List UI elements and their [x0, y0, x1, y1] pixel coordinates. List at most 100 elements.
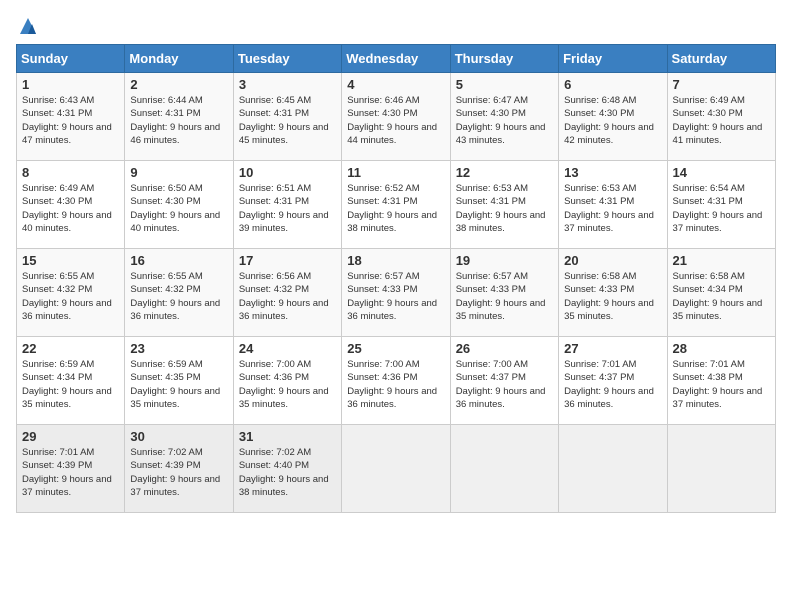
day-number: 5	[456, 77, 553, 92]
calendar-day-cell: 2 Sunrise: 6:44 AMSunset: 4:31 PMDayligh…	[125, 73, 233, 161]
calendar-header-row: SundayMondayTuesdayWednesdayThursdayFrid…	[17, 45, 776, 73]
calendar-day-header: Thursday	[450, 45, 558, 73]
day-number: 4	[347, 77, 444, 92]
calendar-week-row: 22 Sunrise: 6:59 AMSunset: 4:34 PMDaylig…	[17, 337, 776, 425]
day-info: Sunrise: 6:43 AMSunset: 4:31 PMDaylight:…	[22, 95, 112, 146]
day-number: 16	[130, 253, 227, 268]
calendar-day-cell: 25 Sunrise: 7:00 AMSunset: 4:36 PMDaylig…	[342, 337, 450, 425]
calendar-day-cell: 7 Sunrise: 6:49 AMSunset: 4:30 PMDayligh…	[667, 73, 775, 161]
day-info: Sunrise: 6:45 AMSunset: 4:31 PMDaylight:…	[239, 95, 329, 146]
day-info: Sunrise: 6:50 AMSunset: 4:30 PMDaylight:…	[130, 183, 220, 234]
calendar-day-cell: 19 Sunrise: 6:57 AMSunset: 4:33 PMDaylig…	[450, 249, 558, 337]
calendar-day-cell: 15 Sunrise: 6:55 AMSunset: 4:32 PMDaylig…	[17, 249, 125, 337]
day-number: 7	[673, 77, 770, 92]
day-info: Sunrise: 6:54 AMSunset: 4:31 PMDaylight:…	[673, 183, 763, 234]
calendar-day-cell: 24 Sunrise: 7:00 AMSunset: 4:36 PMDaylig…	[233, 337, 341, 425]
calendar-day-cell: 14 Sunrise: 6:54 AMSunset: 4:31 PMDaylig…	[667, 161, 775, 249]
day-info: Sunrise: 6:51 AMSunset: 4:31 PMDaylight:…	[239, 183, 329, 234]
day-info: Sunrise: 6:59 AMSunset: 4:34 PMDaylight:…	[22, 359, 112, 410]
day-info: Sunrise: 6:44 AMSunset: 4:31 PMDaylight:…	[130, 95, 220, 146]
main-container: SundayMondayTuesdayWednesdayThursdayFrid…	[0, 0, 792, 612]
day-info: Sunrise: 6:49 AMSunset: 4:30 PMDaylight:…	[22, 183, 112, 234]
calendar-day-cell: 21 Sunrise: 6:58 AMSunset: 4:34 PMDaylig…	[667, 249, 775, 337]
day-number: 12	[456, 165, 553, 180]
day-info: Sunrise: 6:47 AMSunset: 4:30 PMDaylight:…	[456, 95, 546, 146]
day-number: 19	[456, 253, 553, 268]
day-info: Sunrise: 6:55 AMSunset: 4:32 PMDaylight:…	[130, 271, 220, 322]
day-number: 8	[22, 165, 119, 180]
calendar-day-cell: 10 Sunrise: 6:51 AMSunset: 4:31 PMDaylig…	[233, 161, 341, 249]
day-info: Sunrise: 6:57 AMSunset: 4:33 PMDaylight:…	[347, 271, 437, 322]
day-info: Sunrise: 7:00 AMSunset: 4:36 PMDaylight:…	[347, 359, 437, 410]
calendar-week-row: 1 Sunrise: 6:43 AMSunset: 4:31 PMDayligh…	[17, 73, 776, 161]
calendar-day-header: Wednesday	[342, 45, 450, 73]
calendar-day-cell: 22 Sunrise: 6:59 AMSunset: 4:34 PMDaylig…	[17, 337, 125, 425]
day-number: 28	[673, 341, 770, 356]
calendar-day-header: Friday	[559, 45, 667, 73]
day-info: Sunrise: 7:01 AMSunset: 4:37 PMDaylight:…	[564, 359, 654, 410]
day-info: Sunrise: 6:52 AMSunset: 4:31 PMDaylight:…	[347, 183, 437, 234]
logo	[16, 16, 38, 36]
day-number: 29	[22, 429, 119, 444]
calendar-day-header: Monday	[125, 45, 233, 73]
calendar-day-cell: 18 Sunrise: 6:57 AMSunset: 4:33 PMDaylig…	[342, 249, 450, 337]
day-info: Sunrise: 6:53 AMSunset: 4:31 PMDaylight:…	[456, 183, 546, 234]
calendar-day-cell: 3 Sunrise: 6:45 AMSunset: 4:31 PMDayligh…	[233, 73, 341, 161]
calendar-day-cell: 5 Sunrise: 6:47 AMSunset: 4:30 PMDayligh…	[450, 73, 558, 161]
calendar-week-row: 29 Sunrise: 7:01 AMSunset: 4:39 PMDaylig…	[17, 425, 776, 513]
calendar-day-cell: 26 Sunrise: 7:00 AMSunset: 4:37 PMDaylig…	[450, 337, 558, 425]
calendar-day-cell	[559, 425, 667, 513]
day-number: 1	[22, 77, 119, 92]
day-number: 22	[22, 341, 119, 356]
calendar-day-cell: 9 Sunrise: 6:50 AMSunset: 4:30 PMDayligh…	[125, 161, 233, 249]
day-info: Sunrise: 7:02 AMSunset: 4:39 PMDaylight:…	[130, 447, 220, 498]
day-number: 2	[130, 77, 227, 92]
calendar-day-cell: 23 Sunrise: 6:59 AMSunset: 4:35 PMDaylig…	[125, 337, 233, 425]
calendar-day-header: Sunday	[17, 45, 125, 73]
logo-icon	[18, 16, 38, 36]
calendar-day-cell: 6 Sunrise: 6:48 AMSunset: 4:30 PMDayligh…	[559, 73, 667, 161]
calendar-day-cell: 16 Sunrise: 6:55 AMSunset: 4:32 PMDaylig…	[125, 249, 233, 337]
day-number: 23	[130, 341, 227, 356]
calendar-day-cell	[450, 425, 558, 513]
header	[16, 16, 776, 36]
day-number: 10	[239, 165, 336, 180]
day-number: 11	[347, 165, 444, 180]
day-info: Sunrise: 7:01 AMSunset: 4:38 PMDaylight:…	[673, 359, 763, 410]
day-number: 31	[239, 429, 336, 444]
day-number: 3	[239, 77, 336, 92]
calendar-day-cell: 28 Sunrise: 7:01 AMSunset: 4:38 PMDaylig…	[667, 337, 775, 425]
calendar-day-cell	[667, 425, 775, 513]
day-info: Sunrise: 6:55 AMSunset: 4:32 PMDaylight:…	[22, 271, 112, 322]
day-info: Sunrise: 6:46 AMSunset: 4:30 PMDaylight:…	[347, 95, 437, 146]
day-info: Sunrise: 6:53 AMSunset: 4:31 PMDaylight:…	[564, 183, 654, 234]
calendar-day-cell	[342, 425, 450, 513]
day-info: Sunrise: 6:58 AMSunset: 4:33 PMDaylight:…	[564, 271, 654, 322]
day-number: 17	[239, 253, 336, 268]
day-number: 30	[130, 429, 227, 444]
day-info: Sunrise: 7:00 AMSunset: 4:37 PMDaylight:…	[456, 359, 546, 410]
calendar-week-row: 15 Sunrise: 6:55 AMSunset: 4:32 PMDaylig…	[17, 249, 776, 337]
day-info: Sunrise: 6:57 AMSunset: 4:33 PMDaylight:…	[456, 271, 546, 322]
day-info: Sunrise: 6:59 AMSunset: 4:35 PMDaylight:…	[130, 359, 220, 410]
day-info: Sunrise: 7:01 AMSunset: 4:39 PMDaylight:…	[22, 447, 112, 498]
day-number: 15	[22, 253, 119, 268]
calendar-day-cell: 13 Sunrise: 6:53 AMSunset: 4:31 PMDaylig…	[559, 161, 667, 249]
calendar-day-cell: 12 Sunrise: 6:53 AMSunset: 4:31 PMDaylig…	[450, 161, 558, 249]
calendar-day-header: Saturday	[667, 45, 775, 73]
calendar-table: SundayMondayTuesdayWednesdayThursdayFrid…	[16, 44, 776, 513]
day-info: Sunrise: 7:02 AMSunset: 4:40 PMDaylight:…	[239, 447, 329, 498]
day-number: 24	[239, 341, 336, 356]
calendar-day-header: Tuesday	[233, 45, 341, 73]
day-number: 26	[456, 341, 553, 356]
calendar-day-cell: 30 Sunrise: 7:02 AMSunset: 4:39 PMDaylig…	[125, 425, 233, 513]
day-number: 27	[564, 341, 661, 356]
calendar-day-cell: 29 Sunrise: 7:01 AMSunset: 4:39 PMDaylig…	[17, 425, 125, 513]
day-number: 25	[347, 341, 444, 356]
day-number: 21	[673, 253, 770, 268]
calendar-day-cell: 4 Sunrise: 6:46 AMSunset: 4:30 PMDayligh…	[342, 73, 450, 161]
day-number: 9	[130, 165, 227, 180]
calendar-day-cell: 20 Sunrise: 6:58 AMSunset: 4:33 PMDaylig…	[559, 249, 667, 337]
day-number: 14	[673, 165, 770, 180]
day-info: Sunrise: 6:56 AMSunset: 4:32 PMDaylight:…	[239, 271, 329, 322]
